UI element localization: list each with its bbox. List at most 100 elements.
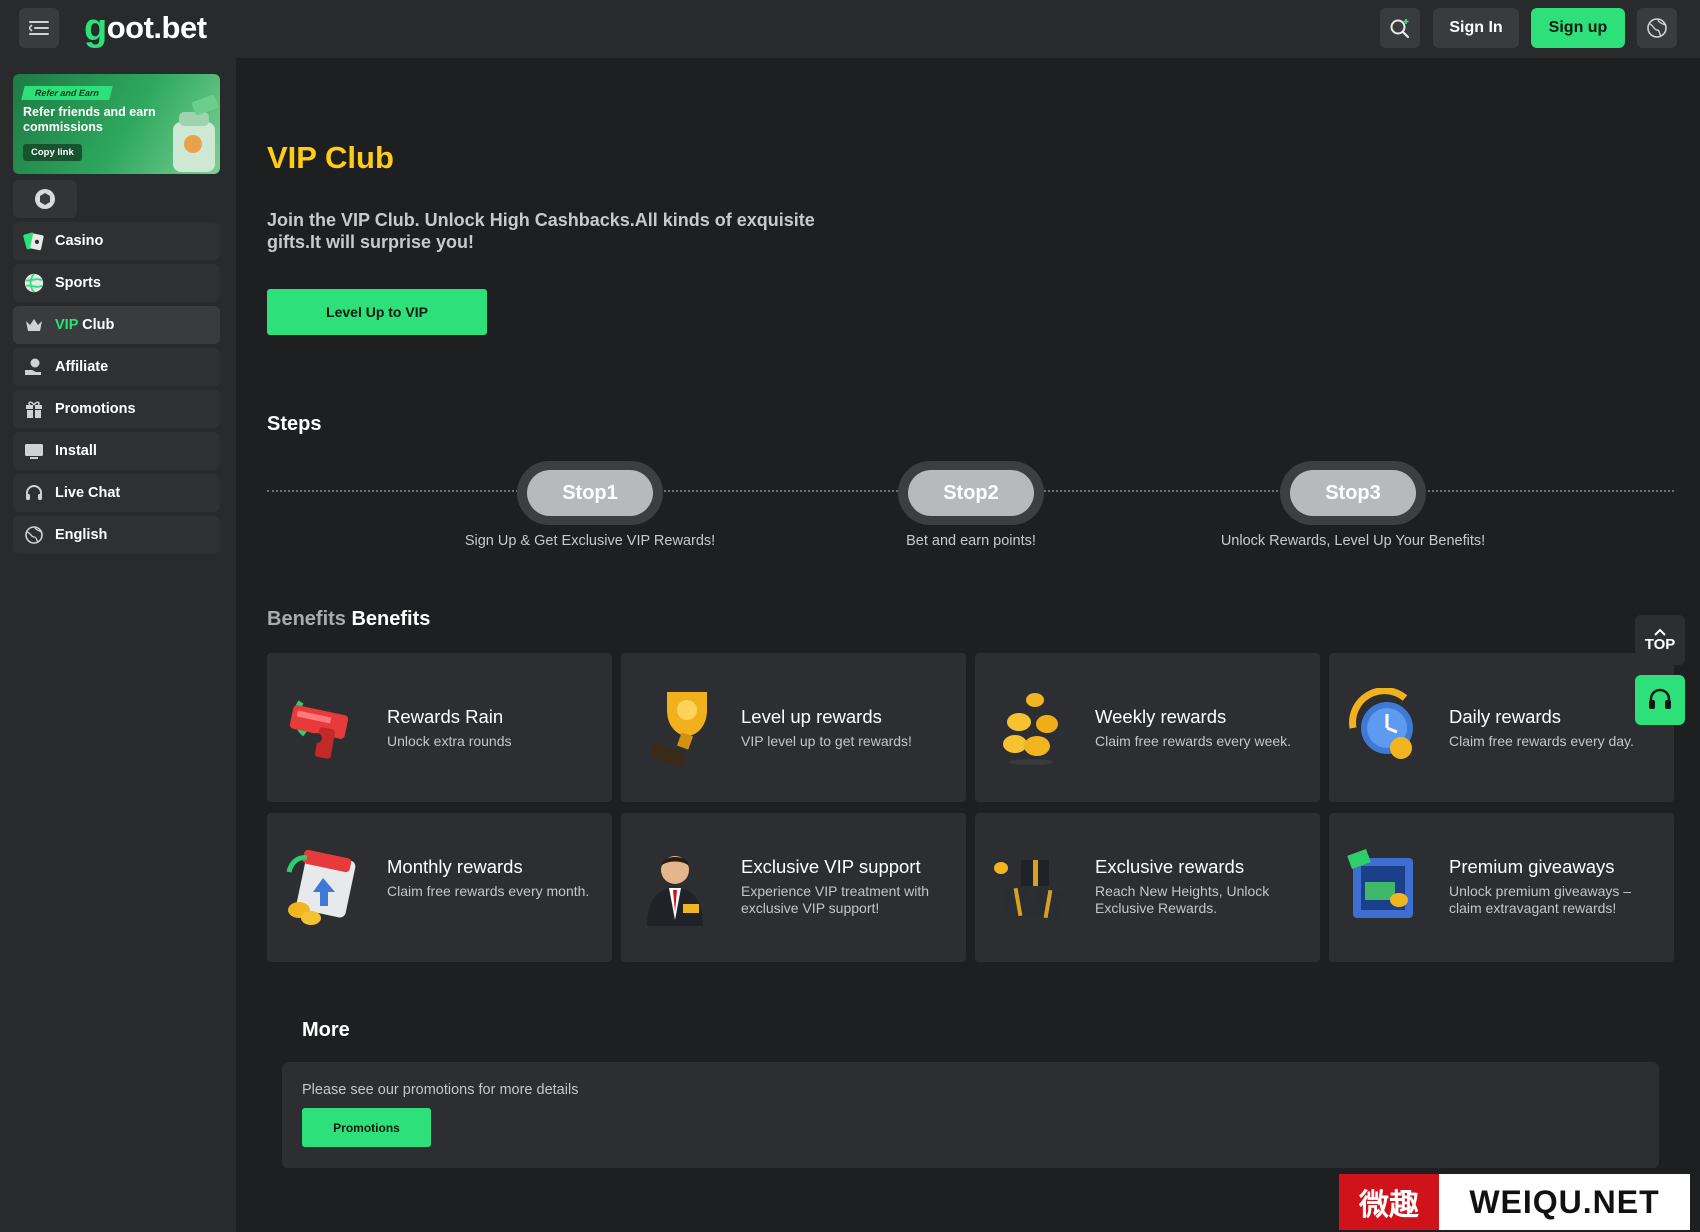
benefit-description: Unlock extra rounds bbox=[387, 733, 512, 749]
promotions-button[interactable]: Promotions bbox=[302, 1108, 431, 1147]
benefit-title: Level up rewards bbox=[741, 706, 882, 727]
sign-in-button[interactable]: Sign In bbox=[1433, 8, 1519, 48]
hamburger-icon bbox=[29, 21, 49, 35]
more-panel: Please see our promotions for more detai… bbox=[282, 1062, 1659, 1168]
sidebar-item-label: English bbox=[55, 527, 108, 543]
clock-icon bbox=[1349, 688, 1413, 759]
globe-icon bbox=[23, 524, 45, 546]
benefit-card: Exclusive rewards Reach New Heights, Unl… bbox=[975, 813, 1320, 962]
promo-title: Refer friends and earn commissions bbox=[23, 105, 156, 134]
sidebar-item-sports[interactable]: Sports bbox=[13, 264, 220, 302]
benefit-card: Daily rewards Claim free rewards every d… bbox=[1329, 653, 1674, 802]
menu-toggle-button[interactable] bbox=[19, 8, 59, 48]
sidebar-item-promotions[interactable]: Promotions bbox=[13, 390, 220, 428]
benefit-title: Exclusive rewards bbox=[1095, 856, 1245, 877]
benefit-card: Premium giveaways Unlock premium giveawa… bbox=[1329, 813, 1674, 962]
benefit-description: Claim free rewards every week. bbox=[1095, 733, 1292, 749]
headset-icon bbox=[23, 482, 45, 504]
more-text: Please see our promotions for more detai… bbox=[302, 1082, 579, 1098]
step-label: Stop2 bbox=[908, 470, 1034, 516]
casino-icon bbox=[23, 230, 45, 252]
benefit-card: Level up rewards VIP level up to get rew… bbox=[621, 653, 966, 802]
club-label: Club bbox=[78, 317, 115, 333]
sign-up-button[interactable]: Sign up bbox=[1531, 8, 1625, 48]
site-logo[interactable]: g oot.bet bbox=[84, 6, 207, 50]
step-badge: Stop2 bbox=[898, 461, 1044, 525]
sidebar-item-label: Install bbox=[55, 443, 97, 459]
benefit-description: Claim free rewards every month. bbox=[387, 883, 590, 899]
chevron-up-icon bbox=[1654, 628, 1666, 636]
trophy-icon bbox=[650, 692, 707, 767]
benefit-title: Premium giveaways bbox=[1449, 856, 1615, 877]
benefits-title: Benefits Benefits bbox=[267, 608, 430, 631]
money-gun-icon bbox=[289, 700, 349, 759]
benefit-title: Daily rewards bbox=[1449, 706, 1562, 727]
step-label: Stop1 bbox=[527, 470, 653, 516]
benefit-card: Monthly rewards Claim free rewards every… bbox=[267, 813, 612, 962]
gift-boxes-icon bbox=[994, 860, 1064, 921]
benefit-card: Rewards Rain Unlock extra rounds bbox=[267, 653, 612, 802]
logo-text: oot.bet bbox=[106, 10, 207, 45]
sidebar-item-vip-club[interactable]: VIP Club bbox=[13, 306, 220, 344]
page-title: VIP Club bbox=[267, 140, 394, 175]
support-chat-button[interactable] bbox=[1635, 675, 1685, 725]
search-button[interactable] bbox=[1380, 8, 1420, 48]
benefit-description: Claim free rewards every day. bbox=[1449, 733, 1634, 749]
step-description: Bet and earn points! bbox=[906, 533, 1036, 549]
watermark-logo: 微趣 WEIQU.NET bbox=[1339, 1174, 1690, 1230]
benefit-title: Exclusive VIP support bbox=[741, 856, 921, 877]
sidebar-item-label: Live Chat bbox=[55, 485, 121, 501]
steps-title: Steps bbox=[267, 413, 322, 435]
sidebar: Refer and Earn Refer friends and earn co… bbox=[0, 58, 236, 1232]
language-button[interactable] bbox=[1637, 8, 1677, 48]
benefit-title: Weekly rewards bbox=[1095, 706, 1227, 727]
sidebar-item-live-chat[interactable]: Live Chat bbox=[13, 474, 220, 512]
benefits-title-gray: Benefits bbox=[267, 608, 346, 630]
benefit-description: Unlock premium giveaways – claim extrava… bbox=[1449, 883, 1632, 916]
top-header: g oot.bet Sign In Sign up bbox=[0, 0, 1700, 58]
step-description: Unlock Rewards, Level Up Your Benefits! bbox=[1220, 533, 1486, 549]
back-to-top-button[interactable]: TOP bbox=[1635, 615, 1685, 665]
benefit-description: VIP level up to get rewards! bbox=[741, 733, 912, 749]
cube-toggle-button[interactable] bbox=[13, 180, 77, 218]
money-bag-icon bbox=[173, 94, 219, 172]
search-icon bbox=[1390, 19, 1410, 39]
top-label: TOP bbox=[1644, 635, 1676, 653]
vip-agent-icon bbox=[647, 856, 703, 926]
step-badge: Stop3 bbox=[1280, 461, 1426, 525]
logo-mark: g bbox=[84, 6, 107, 49]
sidebar-item-label: Promotions bbox=[55, 401, 136, 417]
benefits-title-white: Benefits bbox=[345, 608, 431, 630]
affiliate-icon bbox=[23, 356, 45, 378]
benefit-description: Experience VIP treatment with exclusive … bbox=[741, 883, 930, 916]
sidebar-item-install[interactable]: Install bbox=[13, 432, 220, 470]
sidebar-item-label: Sports bbox=[55, 275, 101, 291]
refer-earn-banner[interactable]: Refer and Earn Refer friends and earn co… bbox=[13, 74, 220, 174]
sports-icon bbox=[23, 272, 45, 294]
benefit-card: Weekly rewards Claim free rewards every … bbox=[975, 653, 1320, 802]
headset-icon bbox=[1649, 688, 1671, 709]
main-content: VIP Club Join the VIP Club. Unlock High … bbox=[236, 58, 1700, 1232]
more-title: More bbox=[302, 1019, 350, 1041]
cube-icon bbox=[35, 189, 55, 209]
sidebar-item-casino[interactable]: Casino bbox=[13, 222, 220, 260]
monitor-icon bbox=[23, 440, 45, 462]
step-label: Stop3 bbox=[1290, 470, 1416, 516]
copy-link-button[interactable]: Copy link bbox=[23, 144, 82, 161]
benefit-title: Monthly rewards bbox=[387, 856, 523, 877]
sidebar-item-label: Casino bbox=[55, 233, 104, 249]
step-description: Sign Up & Get Exclusive VIP Rewards! bbox=[464, 533, 716, 549]
coins-icon bbox=[1003, 693, 1058, 765]
benefit-title: Rewards Rain bbox=[387, 706, 504, 727]
benefit-card: Exclusive VIP support Experience VIP tre… bbox=[621, 813, 966, 962]
step-badge: Stop1 bbox=[517, 461, 663, 525]
level-up-vip-button[interactable]: Level Up to VIP bbox=[267, 289, 487, 335]
gift-icon bbox=[23, 398, 45, 420]
globe-icon bbox=[1647, 18, 1667, 38]
sidebar-item-affiliate[interactable]: Affiliate bbox=[13, 348, 220, 386]
calendar-icon bbox=[286, 849, 356, 925]
watermark-cn: 微趣 bbox=[1339, 1174, 1439, 1230]
sidebar-item-english[interactable]: English bbox=[13, 516, 220, 554]
vip-intro-text: Join the VIP Club. Unlock High Cashbacks… bbox=[267, 210, 815, 252]
sidebar-item-label: VIP Club bbox=[55, 317, 114, 333]
